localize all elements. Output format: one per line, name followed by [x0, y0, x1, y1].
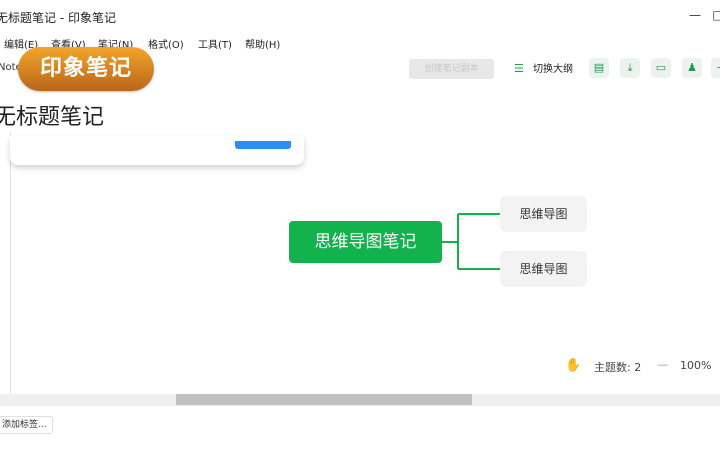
footer-bar [0, 405, 720, 450]
zoom-out-button[interactable]: — [657, 358, 668, 371]
scrollbar-thumb[interactable] [176, 394, 472, 405]
add-tag-button[interactable]: 添加标签... [0, 416, 53, 434]
mindmap-child-node[interactable]: 思维导图 [500, 196, 587, 232]
hand-tool-icon[interactable]: ✋ [565, 358, 581, 373]
mindmap-root-node[interactable]: 思维导图笔记 [289, 221, 442, 263]
zoom-level[interactable]: 100% [680, 359, 711, 372]
mindmap-child-node[interactable]: 思维导图 [500, 251, 587, 287]
topic-count: 主题数: 2 [594, 361, 642, 374]
